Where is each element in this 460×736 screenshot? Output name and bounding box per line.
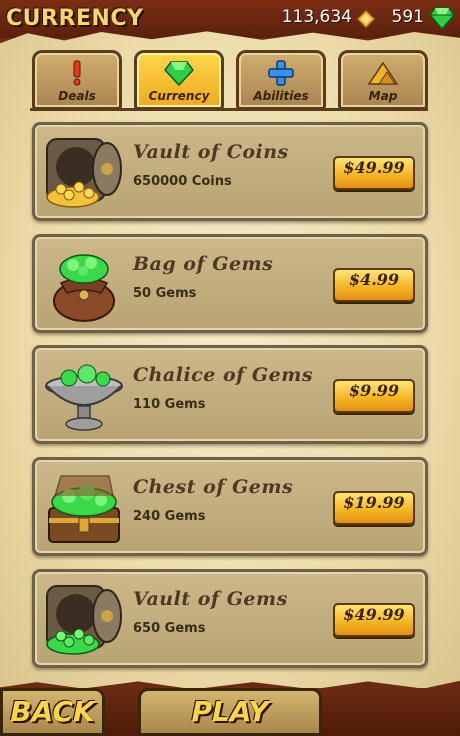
gem-bag-image xyxy=(53,254,115,322)
vault-gems-image xyxy=(46,585,122,655)
page-title: CURRENCY xyxy=(6,6,144,31)
tab-deals[interactable]: Deals xyxy=(32,50,122,110)
shop-item-bag-of-gems: Bag of Gems 50 Gems $4.99 xyxy=(32,234,428,333)
gem-chest-image xyxy=(48,475,120,543)
tab-map[interactable]: Map xyxy=(338,50,428,110)
shop-item-vault-of-gems: Vault of Gems 650 Gems $49.99 xyxy=(32,569,428,668)
buy-button[interactable]: $4.99 xyxy=(333,268,415,302)
buy-button[interactable]: $9.99 xyxy=(333,379,415,413)
item-title: Chest of Gems xyxy=(133,476,294,498)
item-title: Vault of Gems xyxy=(133,588,288,610)
back-button[interactable]: BACK xyxy=(0,688,105,736)
play-button[interactable]: PLAY xyxy=(138,688,322,736)
buy-button[interactable]: $49.99 xyxy=(333,156,415,190)
item-title: Chalice of Gems xyxy=(133,364,314,386)
item-title: Vault of Coins xyxy=(133,141,289,163)
gold-diamond-icon xyxy=(356,9,376,29)
exclamation-icon xyxy=(73,60,81,86)
buy-button[interactable]: $49.99 xyxy=(333,603,415,637)
tab-label: Currency xyxy=(148,89,210,103)
tab-divider xyxy=(30,108,428,111)
gem-balance: 591 xyxy=(391,7,424,27)
item-quantity: 110 Gems xyxy=(133,397,206,412)
back-button-label: BACK xyxy=(10,695,95,728)
item-quantity: 50 Gems xyxy=(133,286,197,301)
top-bar: CURRENCY 113,634 591 xyxy=(0,0,460,38)
item-quantity: 650000 Coins xyxy=(133,174,232,189)
tab-abilities[interactable]: Abilities xyxy=(236,50,326,110)
tab-label: Abilities xyxy=(253,89,309,103)
tab-currency[interactable]: Currency xyxy=(134,50,224,110)
green-gem-icon xyxy=(164,61,194,87)
tab-label: Deals xyxy=(58,89,96,103)
gem-chalice-image xyxy=(45,364,123,431)
shop-item-chalice-of-gems: Chalice of Gems 110 Gems $9.99 xyxy=(32,345,428,444)
play-button-label: PLAY xyxy=(191,695,269,728)
coin-balance: 113,634 xyxy=(281,7,352,27)
buy-button[interactable]: $19.99 xyxy=(333,491,415,525)
green-gem-icon xyxy=(429,7,455,30)
shop-item-vault-of-coins: Vault of Coins 650000 Coins $49.99 xyxy=(32,122,428,221)
shop-item-chest-of-gems: Chest of Gems 240 Gems $19.99 xyxy=(32,457,428,556)
item-quantity: 650 Gems xyxy=(133,621,206,636)
blue-plus-icon xyxy=(268,60,294,86)
item-quantity: 240 Gems xyxy=(133,509,206,524)
item-title: Bag of Gems xyxy=(133,253,274,275)
vault-coins-image xyxy=(46,138,122,208)
mountain-icon xyxy=(367,61,399,85)
tab-label: Map xyxy=(368,89,398,103)
